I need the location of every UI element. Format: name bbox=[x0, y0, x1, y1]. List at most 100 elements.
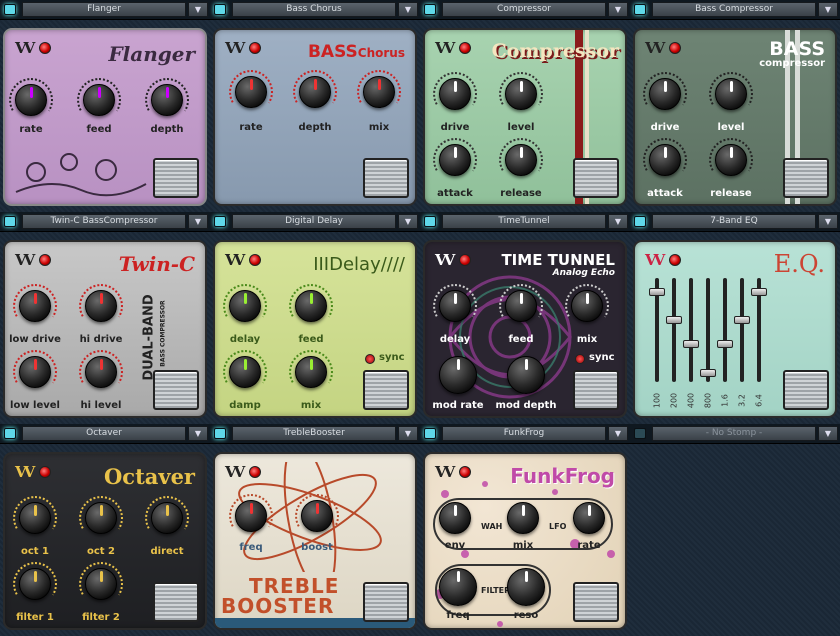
knob-drive[interactable] bbox=[649, 78, 681, 110]
sync-toggle[interactable] bbox=[365, 354, 375, 364]
knob-mod-rate[interactable] bbox=[439, 356, 477, 394]
knob-filter-2[interactable] bbox=[85, 568, 117, 600]
chevron-down-icon[interactable]: ▼ bbox=[398, 214, 418, 229]
chevron-down-icon[interactable]: ▼ bbox=[398, 426, 418, 441]
slot-power-toggle[interactable] bbox=[214, 216, 226, 227]
slot-power-toggle[interactable] bbox=[634, 216, 646, 227]
chevron-down-icon[interactable]: ▼ bbox=[608, 2, 628, 17]
chevron-down-icon[interactable]: ▼ bbox=[818, 426, 838, 441]
footswitch-button[interactable] bbox=[363, 158, 409, 198]
footswitch-button[interactable] bbox=[573, 158, 619, 198]
slot-power-toggle[interactable] bbox=[214, 4, 226, 15]
knob-attack[interactable] bbox=[439, 144, 471, 176]
preset-select[interactable]: TrebleBooster bbox=[232, 426, 396, 441]
knob-oct-1[interactable] bbox=[19, 502, 51, 534]
footswitch-button[interactable] bbox=[363, 582, 409, 622]
knob-attack[interactable] bbox=[649, 144, 681, 176]
chevron-down-icon[interactable]: ▼ bbox=[398, 2, 418, 17]
knob-mix[interactable] bbox=[507, 502, 539, 534]
knob-env[interactable] bbox=[439, 502, 471, 534]
eq-slider-track[interactable] bbox=[689, 278, 693, 382]
chevron-down-icon[interactable]: ▼ bbox=[818, 2, 838, 17]
slot-power-toggle[interactable] bbox=[634, 4, 646, 15]
knob-release[interactable] bbox=[505, 144, 537, 176]
preset-select[interactable]: Compressor bbox=[442, 2, 606, 17]
knob-freq[interactable] bbox=[235, 500, 267, 532]
knob-level[interactable] bbox=[715, 78, 747, 110]
footswitch-button[interactable] bbox=[363, 370, 409, 410]
knob-mix[interactable] bbox=[363, 76, 395, 108]
preset-select[interactable]: 7-Band EQ bbox=[652, 214, 816, 229]
preset-select[interactable]: Digital Delay bbox=[232, 214, 396, 229]
footswitch-button[interactable] bbox=[573, 370, 619, 410]
eq-slider-thumb[interactable] bbox=[683, 340, 699, 349]
chevron-down-icon[interactable]: ▼ bbox=[818, 214, 838, 229]
knob-feed[interactable] bbox=[83, 84, 115, 116]
knob-feed[interactable] bbox=[505, 290, 537, 322]
preset-select[interactable]: Bass Chorus bbox=[232, 2, 396, 17]
slot-power-toggle[interactable] bbox=[634, 428, 646, 439]
chevron-down-icon[interactable]: ▼ bbox=[188, 426, 208, 441]
knob-low-level[interactable] bbox=[19, 356, 51, 388]
knob-hi-drive[interactable] bbox=[85, 290, 117, 322]
slot-power-toggle[interactable] bbox=[424, 216, 436, 227]
slot-power-toggle[interactable] bbox=[4, 4, 16, 15]
knob-level[interactable] bbox=[505, 78, 537, 110]
knob-freq[interactable] bbox=[439, 568, 477, 606]
knob-mix[interactable] bbox=[295, 356, 327, 388]
slot-power-toggle[interactable] bbox=[4, 428, 16, 439]
footswitch-button[interactable] bbox=[783, 370, 829, 410]
preset-select[interactable]: TimeTunnel bbox=[442, 214, 606, 229]
knob-depth[interactable] bbox=[299, 76, 331, 108]
knob-release[interactable] bbox=[715, 144, 747, 176]
knob-reso[interactable] bbox=[507, 568, 545, 606]
knob-feed[interactable] bbox=[295, 290, 327, 322]
knob-rate[interactable] bbox=[15, 84, 47, 116]
knob-drive[interactable] bbox=[439, 78, 471, 110]
slot-power-toggle[interactable] bbox=[4, 216, 16, 227]
slot-power-toggle[interactable] bbox=[214, 428, 226, 439]
knob-delay[interactable] bbox=[439, 290, 471, 322]
knob-oct-2[interactable] bbox=[85, 502, 117, 534]
preset-select[interactable]: Twin-C BassCompressor bbox=[22, 214, 186, 229]
footswitch-button[interactable] bbox=[573, 582, 619, 622]
knob-rate[interactable] bbox=[235, 76, 267, 108]
footswitch-button[interactable] bbox=[783, 158, 829, 198]
eq-slider-thumb[interactable] bbox=[666, 316, 682, 325]
preset-select[interactable]: FunkFrog bbox=[442, 426, 606, 441]
knob-direct[interactable] bbox=[151, 502, 183, 534]
knob-rate[interactable] bbox=[573, 502, 605, 534]
footswitch-button[interactable] bbox=[153, 370, 199, 410]
knob-boost[interactable] bbox=[301, 500, 333, 532]
preset-select[interactable]: Octaver bbox=[22, 426, 186, 441]
eq-slider-track[interactable] bbox=[706, 278, 710, 382]
knob-mix[interactable] bbox=[571, 290, 603, 322]
chevron-down-icon[interactable]: ▼ bbox=[188, 214, 208, 229]
knob-hi-level[interactable] bbox=[85, 356, 117, 388]
footswitch-button[interactable] bbox=[153, 582, 199, 622]
eq-slider-thumb[interactable] bbox=[649, 287, 665, 296]
sync-toggle[interactable] bbox=[575, 354, 585, 364]
knob-damp[interactable] bbox=[229, 356, 261, 388]
knob-mod-depth[interactable] bbox=[507, 356, 545, 394]
preset-select[interactable]: Bass Compressor bbox=[652, 2, 816, 17]
slot-power-toggle[interactable] bbox=[424, 428, 436, 439]
chevron-down-icon[interactable]: ▼ bbox=[188, 2, 208, 17]
eq-slider-track[interactable] bbox=[740, 278, 744, 382]
footswitch-button[interactable] bbox=[153, 158, 199, 198]
knob-depth[interactable] bbox=[151, 84, 183, 116]
knob-delay[interactable] bbox=[229, 290, 261, 322]
preset-select[interactable]: Flanger bbox=[22, 2, 186, 17]
chevron-down-icon[interactable]: ▼ bbox=[608, 426, 628, 441]
eq-slider-thumb[interactable] bbox=[751, 287, 767, 296]
preset-select[interactable]: - No Stomp - bbox=[652, 426, 816, 441]
eq-slider-thumb[interactable] bbox=[734, 316, 750, 325]
eq-slider-track[interactable] bbox=[723, 278, 727, 382]
eq-slider-thumb[interactable] bbox=[700, 369, 716, 378]
knob-low-drive[interactable] bbox=[19, 290, 51, 322]
eq-slider-track[interactable] bbox=[672, 278, 676, 382]
slot-power-toggle[interactable] bbox=[424, 4, 436, 15]
knob-filter-1[interactable] bbox=[19, 568, 51, 600]
chevron-down-icon[interactable]: ▼ bbox=[608, 214, 628, 229]
eq-slider-thumb[interactable] bbox=[717, 340, 733, 349]
